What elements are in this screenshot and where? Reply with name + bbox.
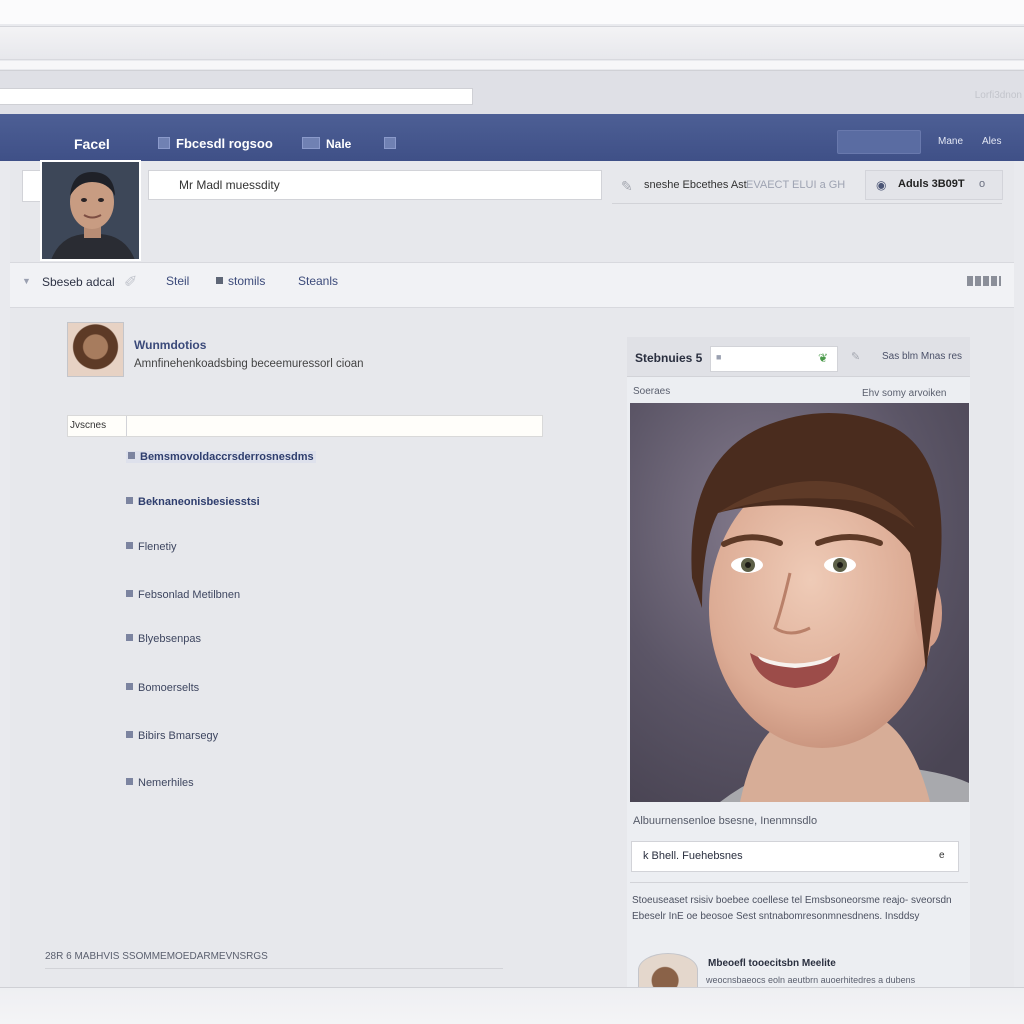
- right-panel-title: Stebnuies 5: [635, 351, 703, 365]
- comment-input-label: k Bhell. Fuehebsnes: [643, 850, 743, 862]
- post-text: Amnfinehenkoadsbing beceemuressorl cioan: [134, 358, 364, 370]
- search-info-secondary: EVAECT ELUI a GH: [746, 179, 846, 191]
- address-bar[interactable]: [0, 88, 473, 105]
- list-item[interactable]: Febsonlad Metilbnen: [126, 589, 240, 601]
- list-item-label: Blyebsenpas: [138, 633, 201, 645]
- list-item[interactable]: Bemsmovoldaccrsderrosnesdms: [126, 451, 316, 463]
- header-button[interactable]: [837, 130, 921, 154]
- square-icon: ■: [716, 352, 722, 362]
- profile-search-input[interactable]: Mr Madl muessdity: [148, 170, 602, 200]
- tab-timeline[interactable]: Sbeseb adcal: [42, 275, 115, 289]
- pencil-icon[interactable]: ✎: [621, 178, 633, 195]
- profile-picture[interactable]: [40, 160, 141, 261]
- photo-caption: Albuurnensenloe bsesne, Inenmnsdlo: [633, 815, 818, 827]
- footer-text: 28R 6 MABHVIS SSOMMEMOEDARMEVNSRGS: [45, 951, 268, 962]
- list-item[interactable]: Beknaneonisbesiesstsi: [126, 496, 260, 508]
- header-divider: [612, 203, 1002, 204]
- bottom-frame: [0, 987, 1024, 1024]
- filter-input[interactable]: [67, 415, 543, 437]
- friend-avatar[interactable]: [638, 953, 698, 987]
- close-icon[interactable]: o: [979, 178, 985, 190]
- list-item-label: Febsonlad Metilbnen: [138, 589, 241, 601]
- list-item-label: Bomoerselts: [138, 682, 200, 694]
- post-author-name[interactable]: Wunmdotios: [134, 338, 206, 352]
- right-panel-sub-label: Soeraes: [633, 386, 671, 397]
- header-link-settings[interactable]: Ales: [982, 136, 1001, 147]
- caret-icon: ▼: [22, 276, 31, 286]
- site-logo[interactable]: Facel: [74, 136, 110, 152]
- list-item[interactable]: Blyebsenpas: [126, 633, 201, 645]
- featured-photo[interactable]: [630, 403, 969, 802]
- profile-picture-drawing: [42, 162, 139, 259]
- featured-photo-drawing: [630, 403, 969, 802]
- nav-link-home[interactable]: Fbcesdl rogsoo: [176, 136, 273, 151]
- list-item-label: Bibirs Bmarsegy: [138, 730, 219, 742]
- list-item[interactable]: Bomoerselts: [126, 682, 199, 694]
- list-item-label: Nemerhiles: [138, 777, 194, 789]
- friends-icon[interactable]: [158, 137, 170, 149]
- more-icon[interactable]: [967, 276, 1001, 286]
- list-item[interactable]: Bibirs Bmarsegy: [126, 730, 218, 742]
- filter-label: Jvscnes: [70, 420, 107, 431]
- browser-top-edge: [0, 0, 1024, 24]
- notifications-icon[interactable]: [384, 137, 396, 149]
- list-item-label: Beknaneonisbesiesstsi: [138, 496, 260, 508]
- right-panel-body-text: Stoeuseaset rsisiv boebee coellese tel E…: [632, 895, 952, 922]
- tab-friends[interactable]: Steanls: [298, 274, 338, 288]
- bullet-icon: [126, 731, 133, 738]
- footer-divider: [45, 968, 503, 969]
- bullet-icon: [128, 452, 135, 459]
- bullet-icon: [126, 778, 133, 785]
- bullet-icon: [126, 590, 133, 597]
- tab-about[interactable]: Steil: [166, 274, 189, 288]
- bullet-icon: [126, 634, 133, 641]
- list-item[interactable]: Flenetiy: [126, 541, 177, 553]
- list-item[interactable]: Nemerhiles: [126, 777, 194, 789]
- profile-tab-bar: [10, 262, 1014, 308]
- right-panel-sub-link[interactable]: Ehv somy arvoiken: [862, 388, 946, 399]
- globe-icon: ◉: [876, 178, 887, 192]
- nav-link-profile[interactable]: Nale: [326, 137, 351, 151]
- browser-toolbar-text: Lorfi3dnon: [974, 90, 1022, 101]
- friend-name[interactable]: Mbeoefl tooecitsbn Meelite: [708, 958, 836, 969]
- search-box-edge: [22, 170, 42, 202]
- list-item-label: Flenetiy: [138, 541, 177, 553]
- bullet-icon: [126, 542, 133, 549]
- post-avatar[interactable]: [67, 322, 124, 377]
- feather-icon: ✐: [124, 274, 138, 291]
- right-panel-divider: [630, 882, 968, 883]
- comment-submit-icon[interactable]: e: [939, 850, 945, 861]
- messages-icon[interactable]: [302, 137, 320, 149]
- pencil-icon[interactable]: ✎: [851, 350, 860, 363]
- bullet-icon: [126, 683, 133, 690]
- friend-description: weocnsbaeocs eoln aeutbrn auoerhitedres …: [706, 975, 916, 985]
- bullet-icon: [126, 497, 133, 504]
- right-panel-link[interactable]: Sas blm Mnas res: [882, 351, 962, 362]
- photos-icon: [216, 277, 223, 284]
- friend-request-label: Aduls 3B09T: [898, 178, 965, 190]
- search-info-text: sneshe Ebcethes Ast: [644, 179, 747, 191]
- browser-tab-strip: [0, 26, 1024, 60]
- list-item-label: Bemsmovoldaccrsderrosnesdms: [140, 451, 314, 463]
- leaf-icon[interactable]: ❦: [818, 351, 828, 365]
- tab-photos[interactable]: stomils: [228, 274, 265, 288]
- header-link-home[interactable]: Mane: [938, 136, 963, 147]
- browser-gap: [0, 61, 1024, 69]
- filter-separator: [126, 416, 127, 436]
